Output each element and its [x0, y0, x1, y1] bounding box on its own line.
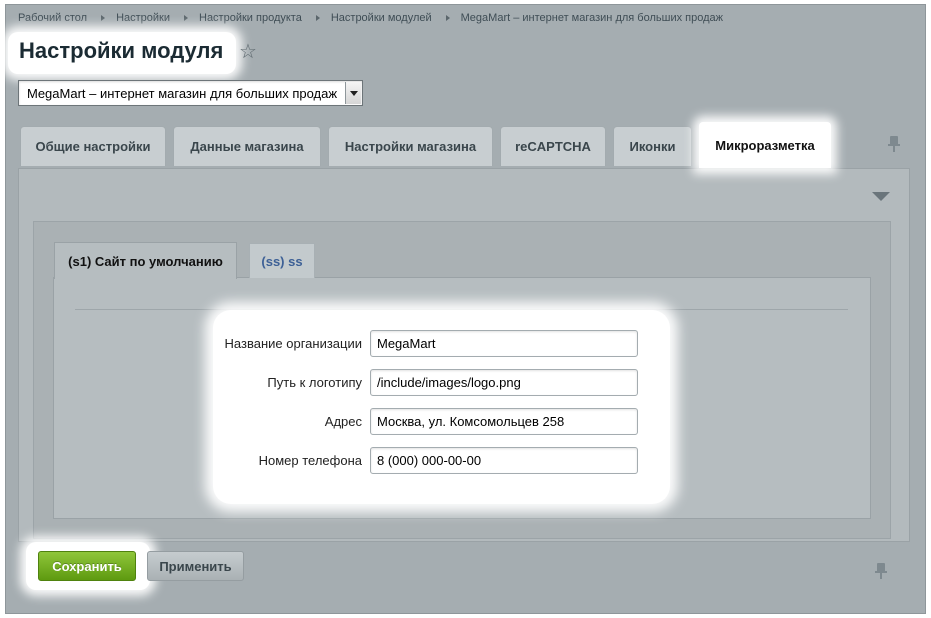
- site-select-value: MegaMart – интернет магазин для больших …: [27, 86, 338, 101]
- breadcrumb-module-settings[interactable]: Настройки модулей: [331, 12, 432, 24]
- page-title: Настройки модуля: [19, 38, 224, 63]
- tab-microdata[interactable]: Микроразметка: [699, 122, 831, 168]
- star-icon[interactable]: ☆: [239, 40, 257, 64]
- tab-shop-settings[interactable]: Настройки магазина: [328, 126, 493, 166]
- phone-input[interactable]: [370, 447, 638, 474]
- tab-recaptcha[interactable]: reCAPTCHA: [500, 126, 606, 166]
- breadcrumb-arrow-icon: [101, 15, 106, 21]
- org-name-label: Название организации: [224, 336, 362, 351]
- address-label: Адрес: [324, 414, 362, 429]
- subtab-site-ss[interactable]: (ss) ss: [249, 243, 315, 278]
- breadcrumb-settings[interactable]: Настройки: [116, 12, 170, 24]
- apply-button[interactable]: Применить: [147, 551, 244, 581]
- save-button[interactable]: Сохранить: [38, 551, 136, 581]
- pin-icon[interactable]: [875, 563, 887, 579]
- tab-shop-data[interactable]: Данные магазина: [173, 126, 321, 166]
- tab-icons[interactable]: Иконки: [613, 126, 692, 166]
- breadcrumb-desktop[interactable]: Рабочий стол: [18, 12, 87, 24]
- collapse-arrow-icon[interactable]: [872, 192, 890, 201]
- site-select[interactable]: MegaMart – интернет магазин для больших …: [18, 80, 363, 106]
- breadcrumb-arrow-icon: [445, 15, 450, 21]
- chevron-down-icon[interactable]: [345, 82, 361, 104]
- phone-label: Номер телефона: [258, 453, 362, 468]
- breadcrumb-module[interactable]: MegaMart – интернет магазин для больших …: [461, 12, 723, 24]
- breadcrumb-arrow-icon: [184, 15, 188, 21]
- subtab-site-s1[interactable]: (s1) Сайт по умолчанию: [54, 242, 237, 279]
- breadcrumb-arrow-icon: [315, 15, 320, 21]
- breadcrumb: Рабочий стол Настройки Настройки продукт…: [18, 11, 723, 25]
- logo-path-input[interactable]: [370, 369, 638, 396]
- org-name-input[interactable]: [370, 330, 638, 357]
- tab-general-settings[interactable]: Общие настройки: [20, 126, 166, 166]
- address-input[interactable]: [370, 408, 638, 435]
- logo-path-label: Путь к логотипу: [267, 375, 362, 390]
- pin-icon[interactable]: [888, 136, 900, 152]
- breadcrumb-product-settings[interactable]: Настройки продукта: [199, 12, 302, 24]
